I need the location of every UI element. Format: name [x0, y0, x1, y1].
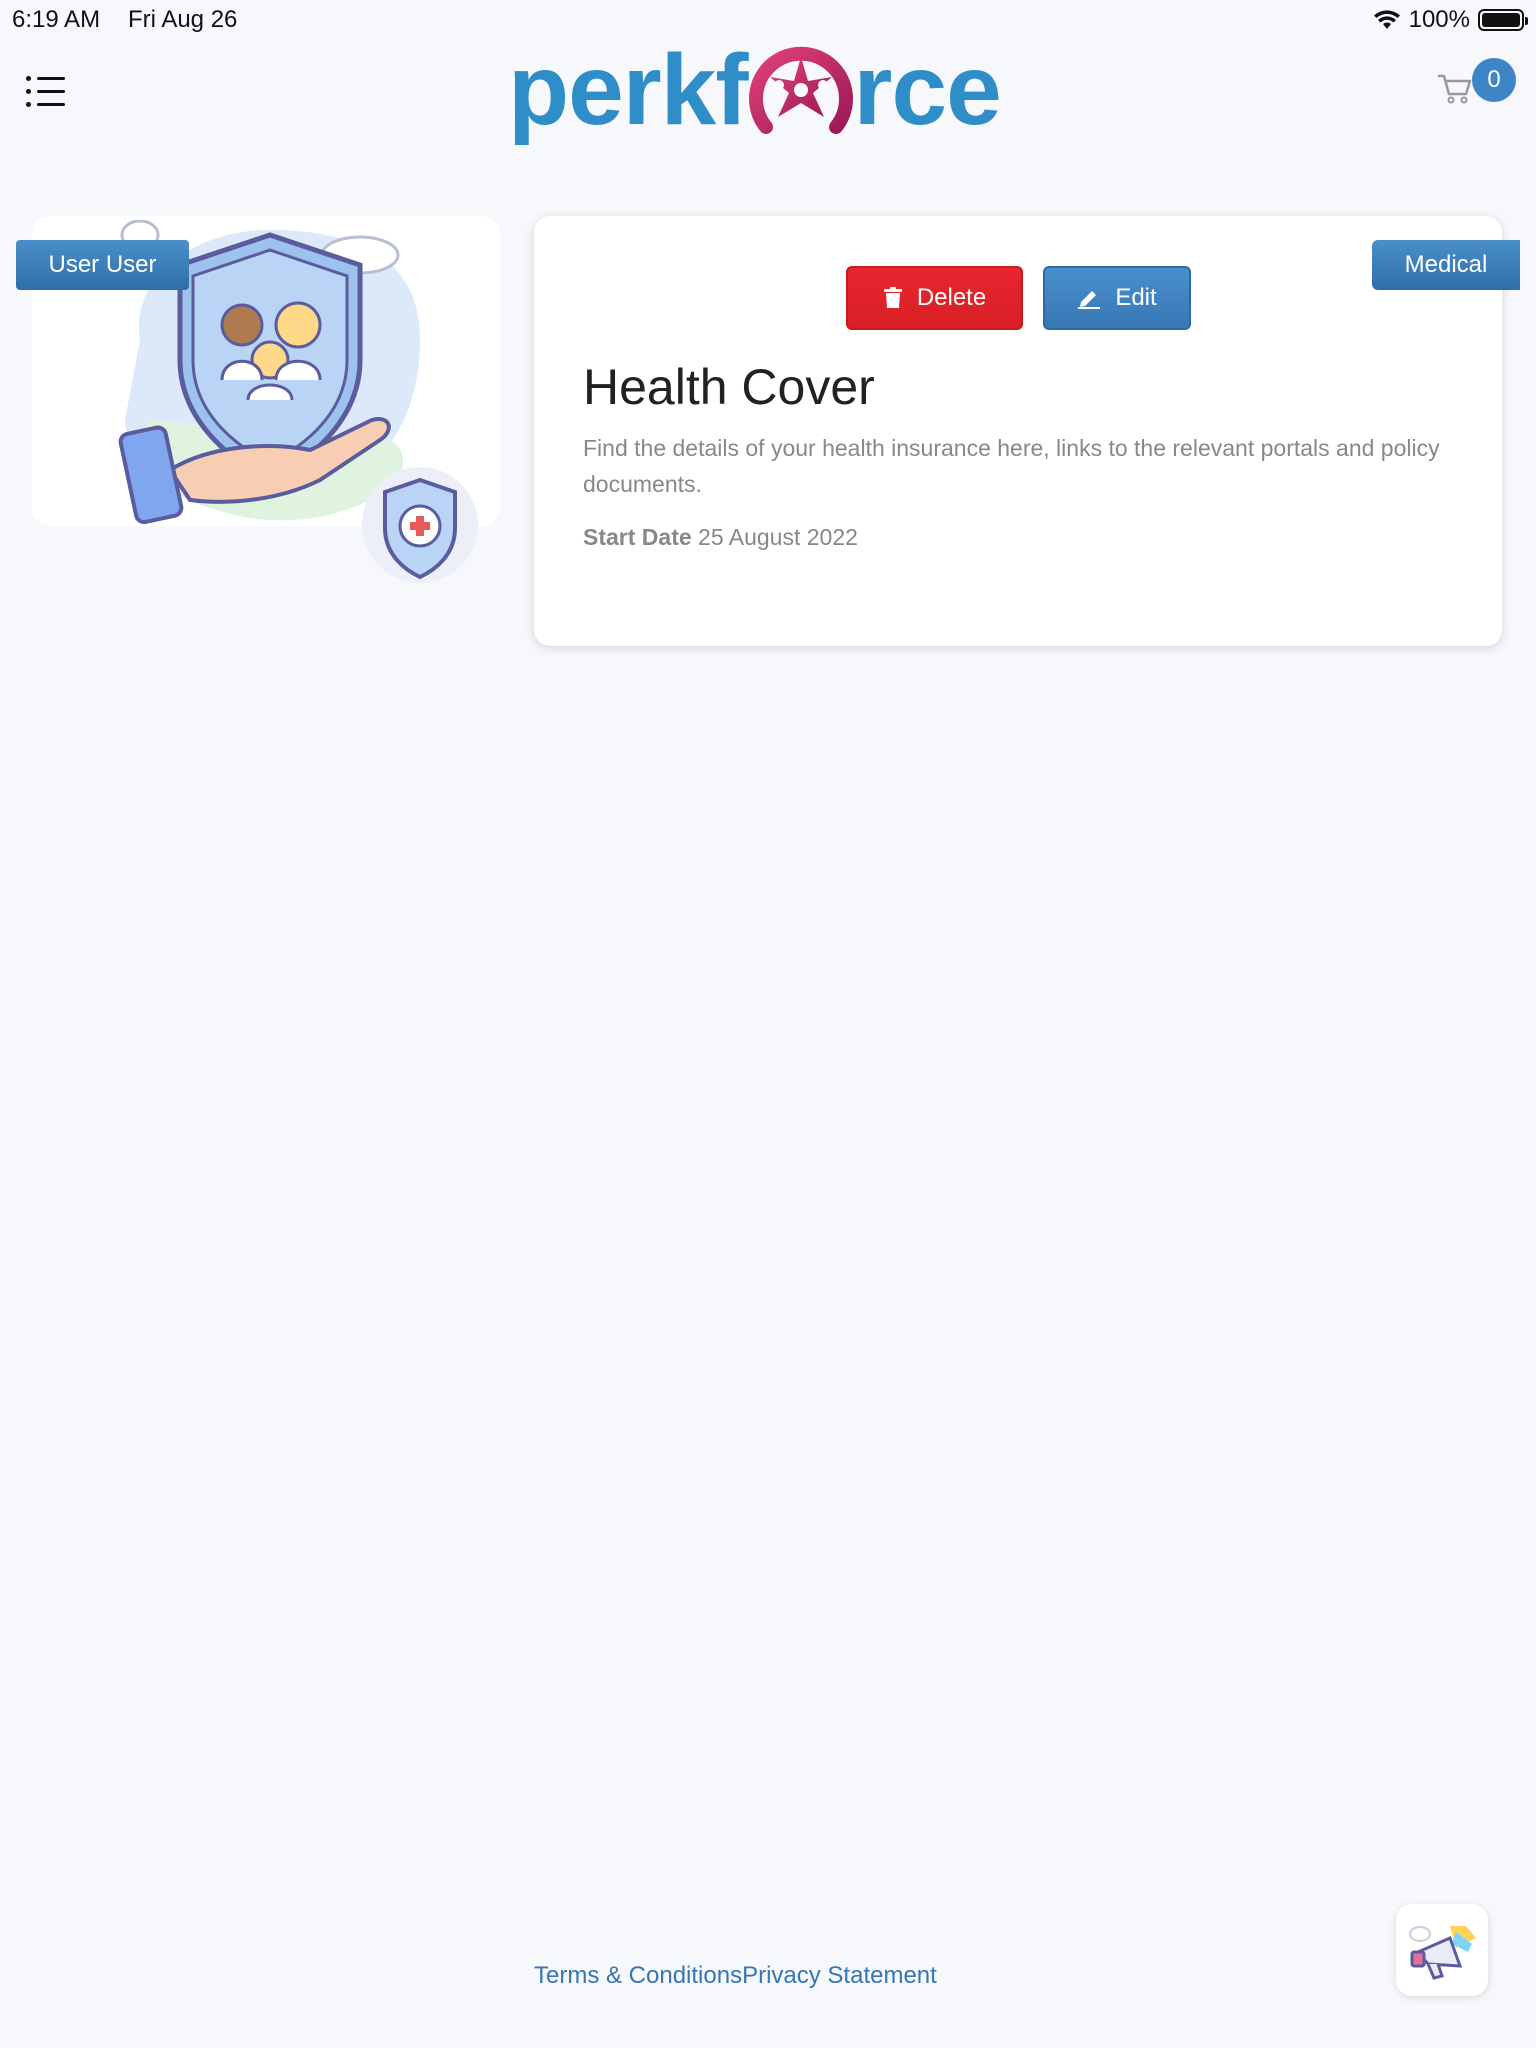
battery-icon — [1478, 9, 1528, 31]
logo-text-right: rce — [853, 34, 1002, 146]
trash-icon — [883, 287, 902, 308]
delete-button[interactable]: Delete — [846, 266, 1023, 330]
pencil-icon — [1078, 291, 1101, 309]
privacy-link[interactable]: Privacy Statement — [742, 1962, 937, 1990]
menu-button[interactable] — [26, 72, 68, 110]
logo-text-left: perkf — [508, 34, 749, 146]
edit-label: Edit — [1115, 284, 1157, 311]
terms-link[interactable]: Terms & Conditions — [534, 1962, 742, 1990]
cart-count-badge[interactable]: 0 — [1472, 58, 1516, 102]
delete-label: Delete — [916, 284, 987, 311]
battery-percent: 100% — [1408, 6, 1470, 33]
megaphone-icon — [1409, 1926, 1476, 1980]
menu-icon — [26, 72, 68, 110]
benefit-title: Health Cover — [583, 359, 875, 415]
cart-icon[interactable] — [1434, 70, 1474, 106]
wifi-icon — [1373, 10, 1400, 29]
announcements-button[interactable] — [1396, 1904, 1488, 1996]
benefit-description: Find the details of your health insuranc… — [583, 435, 1440, 497]
start-date-value: 25 August 2022 — [698, 524, 858, 550]
footer-links: Terms & Conditions Privacy Statement — [534, 1962, 937, 1990]
status-date: Fri Aug 26 — [128, 6, 238, 33]
status-indicators: 100% — [1373, 6, 1528, 34]
edit-button[interactable]: Edit — [1043, 266, 1191, 330]
status-time: 6:19 AM — [12, 6, 101, 33]
user-tag: User User — [16, 240, 189, 290]
logo-star-icon — [748, 46, 853, 134]
start-date: Start Date 25 August 2022 — [583, 524, 858, 551]
perkforce-logo: perkf rce — [508, 30, 1002, 150]
category-tag: Medical — [1372, 240, 1520, 290]
start-date-label: Start Date — [583, 524, 692, 550]
